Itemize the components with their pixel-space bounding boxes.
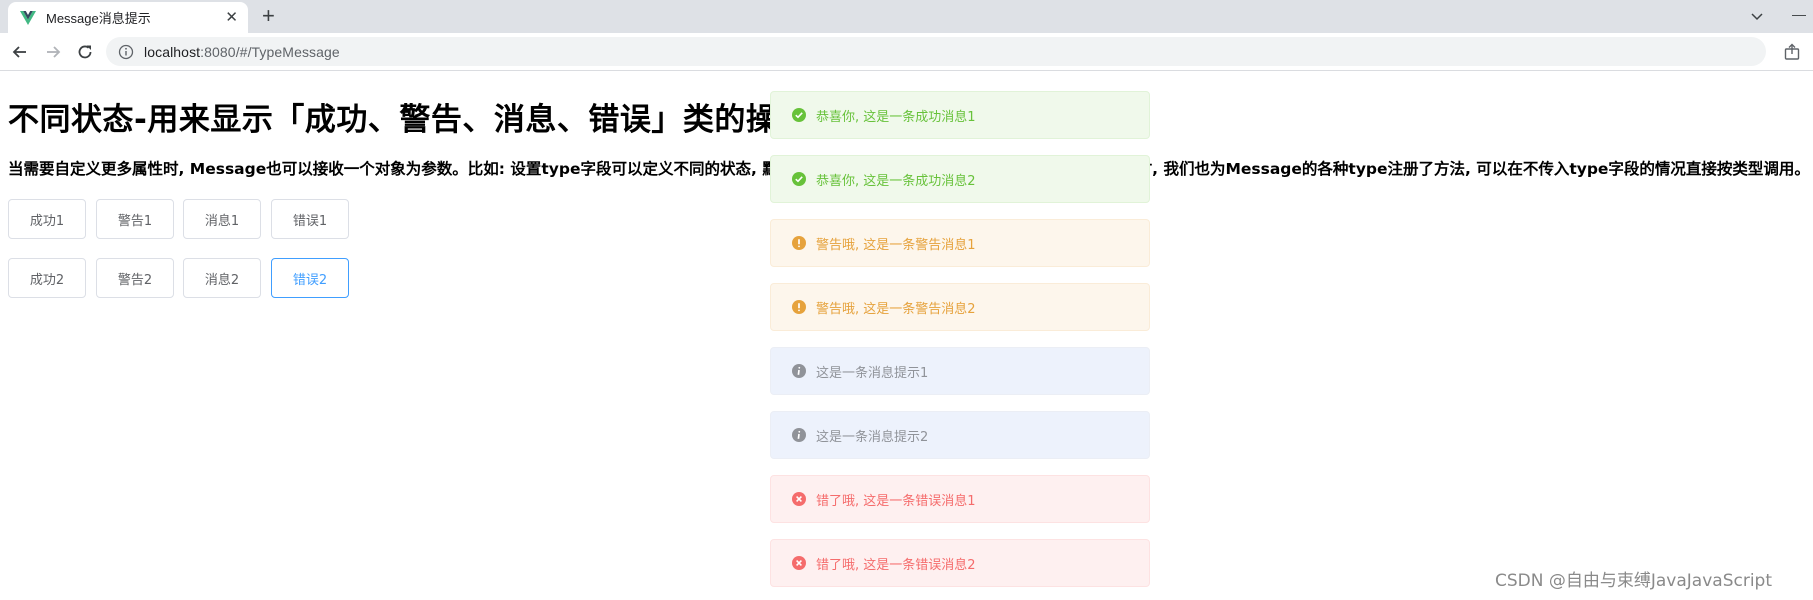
vue-logo-icon <box>20 10 36 25</box>
browser-tab[interactable]: Message消息提示 ✕ <box>8 2 248 33</box>
warning-2-button[interactable]: 警告2 <box>96 258 174 298</box>
error-2-button[interactable]: 错误2 <box>271 258 349 298</box>
info-circle-icon <box>792 428 806 442</box>
warning-circle-icon <box>792 300 806 314</box>
error-circle-icon <box>792 492 806 506</box>
share-icon[interactable] <box>1783 43 1801 61</box>
csdn-watermark: CSDN @自由与束缚JavaJavaScript <box>1495 571 1772 591</box>
message-text: 这是一条消息提示2 <box>816 429 929 445</box>
success-message: 恭喜你, 这是一条成功消息1 <box>770 91 1150 139</box>
reload-icon[interactable] <box>75 42 95 62</box>
info-2-button[interactable]: 消息2 <box>183 258 261 298</box>
tab-title: Message消息提示 <box>46 11 151 26</box>
message-text: 这是一条消息提示1 <box>816 365 929 381</box>
error-message: 错了哦, 这是一条错误消息1 <box>770 475 1150 523</box>
error-1-button[interactable]: 错误1 <box>271 199 349 239</box>
message-text: 恭喜你, 这是一条成功消息2 <box>816 173 976 189</box>
forward-arrow-icon[interactable] <box>43 42 63 62</box>
url-host: localhost <box>144 43 201 60</box>
message-text: 恭喜你, 这是一条成功消息1 <box>816 109 976 125</box>
minimize-icon[interactable]: — <box>1792 6 1806 22</box>
chevron-down-icon[interactable] <box>1748 7 1766 25</box>
message-text: 警告哦, 这是一条警告消息2 <box>816 301 976 317</box>
success-1-button[interactable]: 成功1 <box>8 199 86 239</box>
check-circle-icon <box>792 108 806 122</box>
browser-toolbar: localhost:8080/#/TypeMessage <box>0 33 1813 71</box>
warning-message: 警告哦, 这是一条警告消息1 <box>770 219 1150 267</box>
info-icon[interactable] <box>118 44 134 60</box>
info-message: 这是一条消息提示2 <box>770 411 1150 459</box>
back-arrow-icon[interactable] <box>10 42 30 62</box>
error-message: 错了哦, 这是一条错误消息2 <box>770 539 1150 587</box>
info-message: 这是一条消息提示1 <box>770 347 1150 395</box>
warning-1-button[interactable]: 警告1 <box>96 199 174 239</box>
check-circle-icon <box>792 172 806 186</box>
browser-tab-bar: Message消息提示 ✕ + — <box>0 0 1813 33</box>
message-text: 错了哦, 这是一条错误消息2 <box>816 557 976 573</box>
address-bar[interactable]: localhost:8080/#/TypeMessage <box>106 37 1766 66</box>
plus-icon[interactable]: + <box>262 5 275 27</box>
error-circle-icon <box>792 556 806 570</box>
url-path: :8080/#/TypeMessage <box>200 43 340 60</box>
message-text: 警告哦, 这是一条警告消息1 <box>816 237 976 253</box>
url-text: localhost:8080/#/TypeMessage <box>144 44 340 60</box>
success-2-button[interactable]: 成功2 <box>8 258 86 298</box>
warning-message: 警告哦, 这是一条警告消息2 <box>770 283 1150 331</box>
success-message: 恭喜你, 这是一条成功消息2 <box>770 155 1150 203</box>
warning-circle-icon <box>792 236 806 250</box>
info-1-button[interactable]: 消息1 <box>183 199 261 239</box>
info-circle-icon <box>792 364 806 378</box>
close-icon[interactable]: ✕ <box>225 10 238 25</box>
message-text: 错了哦, 这是一条错误消息1 <box>816 493 976 509</box>
